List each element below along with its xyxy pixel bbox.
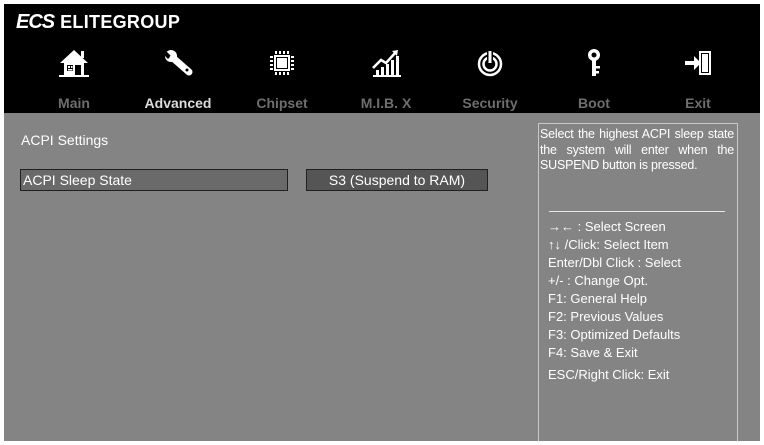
- key-icon: [542, 44, 646, 82]
- exit-icon: [646, 44, 750, 82]
- key-legend: →← : Select Screen ↑↓ /Click: Select Ite…: [548, 218, 734, 384]
- key-general-help: F1: General Help: [548, 291, 647, 306]
- help-panel: Select the highest ACPI sleep state the …: [538, 123, 738, 441]
- power-icon: [438, 44, 542, 82]
- tab-boot-label: Boot: [578, 95, 610, 111]
- tab-advanced-label: Advanced: [144, 95, 212, 111]
- key-select-screen: →← : Select Screen: [548, 219, 666, 234]
- key-optimized-defaults: F3: Optimized Defaults: [548, 327, 681, 342]
- wrench-icon: [126, 44, 230, 82]
- tab-exit-label: Exit: [685, 95, 711, 111]
- section-title: ACPI Settings: [21, 132, 109, 148]
- tab-security[interactable]: Security: [438, 44, 542, 113]
- tab-security-label: Security: [462, 95, 518, 111]
- key-previous-values: F2: Previous Values: [548, 309, 664, 324]
- tab-chipset[interactable]: Chipset: [230, 44, 334, 113]
- setting-row-acpi-sleep-state[interactable]: ACPI Sleep State S3 (Suspend to RAM): [20, 169, 520, 191]
- tab-main[interactable]: Main: [22, 44, 126, 113]
- key-exit: ESC/Right Click: Exit: [548, 367, 670, 382]
- key-change-opt: +/- : Change Opt.: [548, 273, 649, 288]
- help-divider: [549, 211, 725, 212]
- brand: ECS ELITEGROUP: [16, 10, 180, 34]
- key-save-exit: F4: Save & Exit: [548, 345, 638, 360]
- ecs-logo: ECS: [16, 10, 55, 33]
- tab-chipset-label: Chipset: [256, 95, 308, 111]
- bios-screen: ECS ELITEGROUP Main Advanced Chipset M.I…: [4, 4, 760, 441]
- help-description: Select the highest ACPI sleep state the …: [540, 127, 734, 172]
- tab-mib-x-label: M.I.B. X: [360, 95, 412, 111]
- key-select-item: ↑↓ /Click: Select Item: [548, 237, 669, 252]
- header-bar: ECS ELITEGROUP Main Advanced Chipset M.I…: [4, 4, 760, 113]
- key-select: Enter/Dbl Click : Select: [548, 255, 681, 270]
- setting-label[interactable]: ACPI Sleep State: [20, 169, 288, 191]
- setting-value-dropdown[interactable]: S3 (Suspend to RAM): [306, 169, 488, 191]
- settings-panel: ACPI Settings ACPI Sleep State S3 (Suspe…: [4, 113, 534, 441]
- tab-main-label: Main: [58, 95, 90, 111]
- chart-icon: [334, 44, 438, 82]
- home-icon: [22, 44, 126, 82]
- chip-icon: [230, 44, 334, 82]
- tab-boot[interactable]: Boot: [542, 44, 646, 113]
- tab-exit[interactable]: Exit: [646, 44, 750, 113]
- brand-name: ELITEGROUP: [60, 11, 181, 32]
- main-nav: Main Advanced Chipset M.I.B. X Security …: [4, 44, 760, 113]
- tab-mib-x[interactable]: M.I.B. X: [334, 44, 438, 113]
- tab-advanced[interactable]: Advanced: [126, 44, 230, 113]
